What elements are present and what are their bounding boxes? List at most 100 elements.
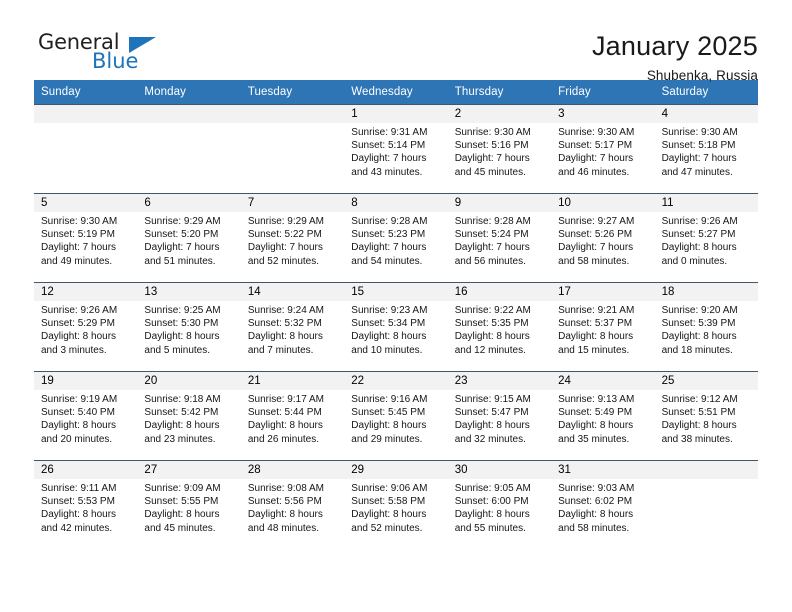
day-sun-info: Sunrise: 9:09 AM Sunset: 5:55 PM Dayligh… — [144, 483, 221, 534]
day-sun-info: Sunrise: 9:18 AM Sunset: 5:42 PM Dayligh… — [144, 394, 221, 445]
logo-text-blue: Blue — [92, 49, 139, 73]
day-number-band: 11 — [654, 194, 758, 212]
day-sun-info: Sunrise: 9:17 AM Sunset: 5:44 PM Dayligh… — [247, 394, 324, 445]
day-number: 9 — [454, 196, 462, 209]
day-sun-info: Sunrise: 9:30 AM Sunset: 5:19 PM Dayligh… — [41, 216, 118, 267]
day-cell[interactable]: 15 Sunrise: 9:23 AM Sunset: 5:34 PM Dayl… — [344, 283, 448, 371]
day-cell[interactable]: 6 Sunrise: 9:29 AM Sunset: 5:20 PM Dayli… — [137, 194, 241, 282]
day-cell[interactable]: 14 Sunrise: 9:24 AM Sunset: 5:32 PM Dayl… — [240, 283, 345, 371]
day-number: 17 — [558, 285, 571, 298]
day-number: 3 — [558, 107, 565, 120]
day-sun-info: Sunrise: 9:28 AM Sunset: 5:23 PM Dayligh… — [351, 216, 428, 267]
day-sun-info: Sunrise: 9:06 AM Sunset: 5:58 PM Dayligh… — [351, 483, 428, 534]
day-cell[interactable]: 31 Sunrise: 9:03 AM Sunset: 6:02 PM Dayl… — [551, 461, 655, 549]
day-cell[interactable]: 22 Sunrise: 9:16 AM Sunset: 5:45 PM Dayl… — [344, 372, 448, 460]
day-cell[interactable]: 24 Sunrise: 9:13 AM Sunset: 5:49 PM Dayl… — [551, 372, 655, 460]
weekday-header-friday: Friday — [558, 86, 591, 98]
day-number-band: 4 — [654, 105, 758, 123]
day-cell[interactable] — [240, 105, 345, 193]
day-number: 20 — [144, 374, 158, 387]
day-sun-info: Sunrise: 9:19 AM Sunset: 5:40 PM Dayligh… — [41, 394, 118, 445]
day-number-band: 26 — [34, 461, 138, 479]
day-sun-info: Sunrise: 9:24 AM Sunset: 5:32 PM Dayligh… — [247, 305, 324, 356]
day-number-band: 27 — [137, 461, 241, 479]
day-number: 12 — [41, 285, 54, 298]
day-number-band: 25 — [654, 372, 758, 390]
day-sun-info: Sunrise: 9:16 AM Sunset: 5:45 PM Dayligh… — [351, 394, 428, 445]
day-cell[interactable]: 23 Sunrise: 9:15 AM Sunset: 5:47 PM Dayl… — [447, 372, 552, 460]
day-sun-info: Sunrise: 9:13 AM Sunset: 5:49 PM Dayligh… — [558, 394, 635, 445]
day-number-band: 20 — [137, 372, 241, 390]
day-number-band: 12 — [34, 283, 138, 301]
day-number-band: 1 — [344, 105, 448, 123]
day-cell[interactable]: 26 Sunrise: 9:11 AM Sunset: 5:53 PM Dayl… — [34, 461, 138, 549]
day-cell[interactable]: 12 Sunrise: 9:26 AM Sunset: 5:29 PM Dayl… — [34, 283, 138, 371]
day-number-band: 18 — [654, 283, 758, 301]
day-sun-info: Sunrise: 9:21 AM Sunset: 5:37 PM Dayligh… — [558, 305, 635, 356]
day-number: 4 — [661, 107, 668, 120]
day-cell[interactable]: 16 Sunrise: 9:22 AM Sunset: 5:35 PM Dayl… — [447, 283, 552, 371]
day-cell[interactable]: 4 Sunrise: 9:30 AM Sunset: 5:18 PM Dayli… — [654, 105, 758, 193]
weekday-header-thursday: Thursday — [454, 86, 504, 98]
day-cell[interactable] — [137, 105, 241, 193]
day-number: 7 — [247, 196, 255, 209]
day-cell[interactable]: 11 Sunrise: 9:26 AM Sunset: 5:27 PM Dayl… — [654, 194, 758, 282]
day-cell[interactable]: 7 Sunrise: 9:29 AM Sunset: 5:22 PM Dayli… — [240, 194, 345, 282]
calendar-grid: Sunday Monday Tuesday Wednesday Thursday… — [34, 80, 758, 549]
day-number-band: 16 — [447, 283, 552, 301]
day-cell[interactable]: 13 Sunrise: 9:25 AM Sunset: 5:30 PM Dayl… — [137, 283, 241, 371]
day-number: 19 — [41, 374, 54, 387]
day-sun-info: Sunrise: 9:08 AM Sunset: 5:56 PM Dayligh… — [247, 483, 324, 534]
weekday-header-tuesday: Tuesday — [247, 86, 293, 98]
day-number-band: 15 — [344, 283, 448, 301]
day-number-band — [34, 105, 138, 123]
day-cell[interactable]: 5 Sunrise: 9:30 AM Sunset: 5:19 PM Dayli… — [34, 194, 138, 282]
day-number: 27 — [144, 463, 158, 476]
day-cell[interactable]: 20 Sunrise: 9:18 AM Sunset: 5:42 PM Dayl… — [137, 372, 241, 460]
day-cell[interactable]: 21 Sunrise: 9:17 AM Sunset: 5:44 PM Dayl… — [240, 372, 345, 460]
day-number: 25 — [661, 374, 675, 387]
day-sun-info: Sunrise: 9:26 AM Sunset: 5:29 PM Dayligh… — [41, 305, 118, 356]
day-cell[interactable]: 2 Sunrise: 9:30 AM Sunset: 5:16 PM Dayli… — [447, 105, 552, 193]
day-cell[interactable] — [34, 105, 138, 193]
day-number-band: 19 — [34, 372, 138, 390]
day-cell[interactable]: 27 Sunrise: 9:09 AM Sunset: 5:55 PM Dayl… — [137, 461, 241, 549]
page-title: January 2025 — [591, 31, 758, 61]
generalblue-logo[interactable]: General Blue — [34, 30, 164, 78]
day-number: 30 — [454, 463, 468, 476]
day-cell[interactable]: 17 Sunrise: 9:21 AM Sunset: 5:37 PM Dayl… — [551, 283, 655, 371]
day-cell[interactable]: 25 Sunrise: 9:12 AM Sunset: 5:51 PM Dayl… — [654, 372, 758, 460]
day-number-band: 21 — [240, 372, 345, 390]
day-number: 28 — [247, 463, 261, 476]
day-cell[interactable]: 18 Sunrise: 9:20 AM Sunset: 5:39 PM Dayl… — [654, 283, 758, 371]
day-cell[interactable]: 19 Sunrise: 9:19 AM Sunset: 5:40 PM Dayl… — [34, 372, 138, 460]
day-cell[interactable]: 10 Sunrise: 9:27 AM Sunset: 5:26 PM Dayl… — [551, 194, 655, 282]
day-sun-info: Sunrise: 9:30 AM Sunset: 5:16 PM Dayligh… — [454, 127, 531, 178]
day-number-band: 7 — [240, 194, 345, 212]
day-number: 1 — [351, 107, 358, 120]
day-cell[interactable]: 30 Sunrise: 9:05 AM Sunset: 6:00 PM Dayl… — [447, 461, 552, 549]
day-number-band: 14 — [240, 283, 345, 301]
day-cell[interactable]: 29 Sunrise: 9:06 AM Sunset: 5:58 PM Dayl… — [344, 461, 448, 549]
day-number-band — [137, 105, 241, 123]
day-number-band: 13 — [137, 283, 241, 301]
day-number: 23 — [454, 374, 468, 387]
week-row: 19 Sunrise: 9:19 AM Sunset: 5:40 PM Dayl… — [34, 371, 758, 460]
day-number-band — [654, 461, 758, 479]
day-number-band — [240, 105, 345, 123]
day-number: 18 — [661, 285, 675, 298]
day-sun-info: Sunrise: 9:30 AM Sunset: 5:18 PM Dayligh… — [661, 127, 738, 178]
day-number-band: 2 — [447, 105, 552, 123]
day-number-band: 9 — [447, 194, 552, 212]
day-number: 21 — [247, 374, 261, 387]
day-sun-info: Sunrise: 9:27 AM Sunset: 5:26 PM Dayligh… — [558, 216, 635, 267]
day-number-band: 28 — [240, 461, 345, 479]
day-cell[interactable]: 9 Sunrise: 9:28 AM Sunset: 5:24 PM Dayli… — [447, 194, 552, 282]
day-cell[interactable]: 28 Sunrise: 9:08 AM Sunset: 5:56 PM Dayl… — [240, 461, 345, 549]
day-cell[interactable]: 8 Sunrise: 9:28 AM Sunset: 5:23 PM Dayli… — [344, 194, 448, 282]
weekday-header-wednesday: Wednesday — [351, 86, 413, 98]
day-cell[interactable]: 1 Sunrise: 9:31 AM Sunset: 5:14 PM Dayli… — [344, 105, 448, 193]
day-cell[interactable] — [654, 461, 758, 549]
day-cell[interactable]: 3 Sunrise: 9:30 AM Sunset: 5:17 PM Dayli… — [551, 105, 655, 193]
day-sun-info: Sunrise: 9:23 AM Sunset: 5:34 PM Dayligh… — [351, 305, 428, 356]
